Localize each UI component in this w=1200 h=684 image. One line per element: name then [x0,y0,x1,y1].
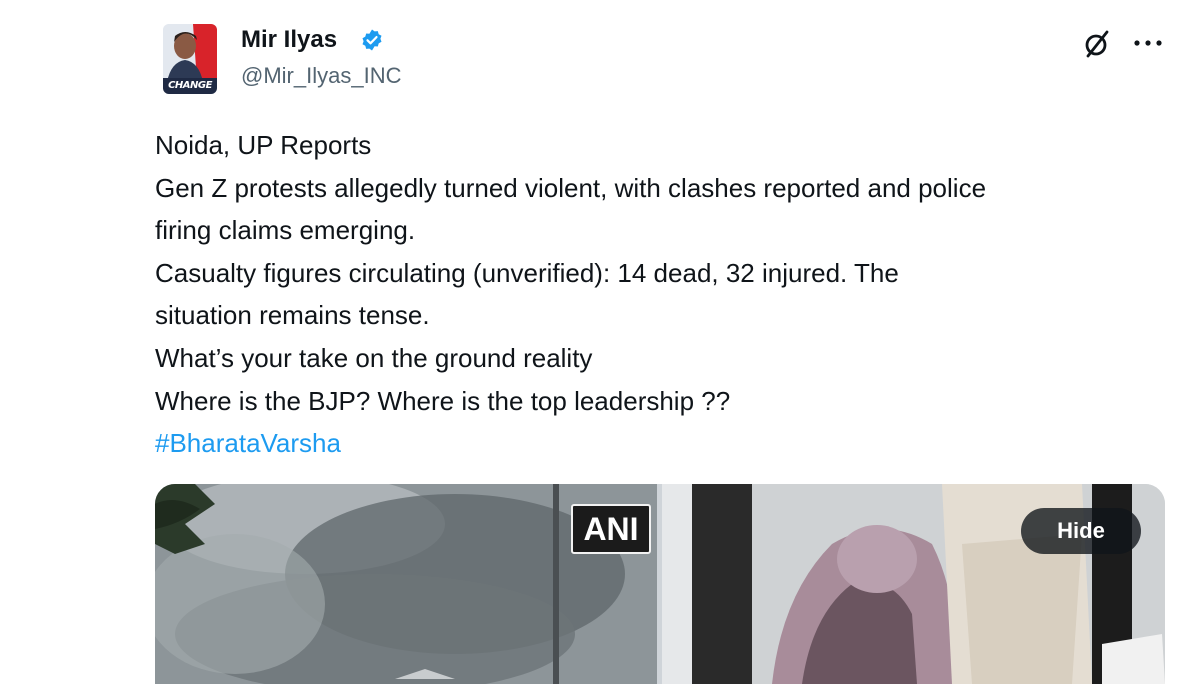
tweet-card: CHANGE Mir Ilyas @Mir_Ilyas_INC Noida, U… [0,0,1200,684]
ani-watermark: ANI [571,504,651,554]
tweet-line: Noida, UP Reports [155,130,372,160]
hashtag-link[interactable]: #BharataVarsha [155,422,1175,465]
grok-icon[interactable] [1083,30,1111,58]
avatar-photo [163,24,217,82]
avatar[interactable]: CHANGE [163,24,217,94]
tweet-line: What’s your take on the ground reality [155,342,593,373]
tweet-line: situation remains tense. [155,300,430,331]
hide-media-button[interactable]: Hide [1021,508,1141,554]
author-name[interactable]: Mir Ilyas [241,26,337,54]
tweet-line: Where is the BJP? Where is the top leade… [155,385,731,416]
tweet-text: Noida, UP Reports Gen Z protests alleged… [155,124,1175,465]
media-image-smoke[interactable]: ANI [155,484,657,684]
avatar-tag: CHANGE [163,78,217,94]
author-handle[interactable]: @Mir_Ilyas_INC [241,63,401,89]
tweet-line: Gen Z protests allegedly turned violent,… [155,172,987,203]
verified-badge-icon [362,29,382,51]
tweet-line: Casualty figures circulating (unverified… [155,257,899,288]
more-options-icon[interactable] [1132,38,1164,48]
media-image-crowd[interactable]: Hide [662,484,1165,684]
tweet-line: firing claims emerging. [155,215,416,246]
media-gallery: ANI Hide [155,484,1165,684]
